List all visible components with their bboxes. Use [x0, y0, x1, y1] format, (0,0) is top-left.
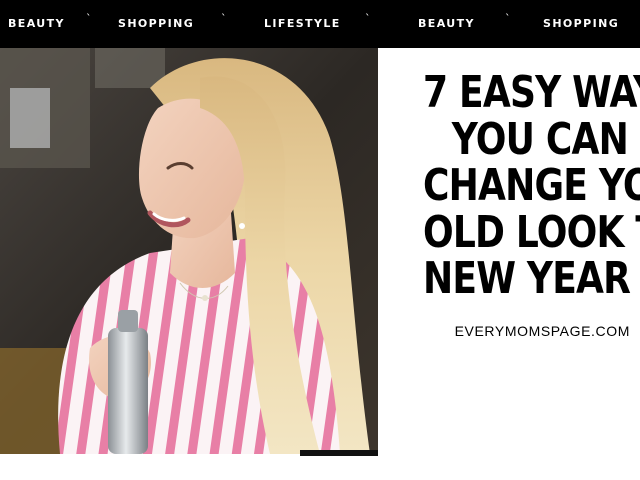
nav-separator: `: [505, 12, 511, 25]
pin-graphic: BEAUTY ` SHOPPING ` LIFESTYLE ` BEAUTY `…: [0, 0, 640, 480]
nav-link-shopping-2[interactable]: SHOPPING: [543, 17, 619, 31]
headline-line: YOU CAN: [451, 113, 629, 165]
site-name[interactable]: EVERYMOMSPAGE.COM: [455, 323, 630, 339]
nav-link-beauty-2[interactable]: BEAUTY: [418, 17, 475, 31]
photo-edge-strip: [300, 450, 378, 456]
nav-link-lifestyle[interactable]: LIFESTYLE: [264, 17, 341, 31]
headline: 7 EASY WAYS YOU CAN CHANGE YOUR OLD LOOK…: [423, 67, 640, 304]
nav-link-shopping[interactable]: SHOPPING: [118, 17, 194, 31]
headline-line: 7 EASY WAYS: [423, 67, 640, 118]
nav-separator: `: [221, 12, 227, 25]
nav-link-beauty[interactable]: BEAUTY: [8, 17, 65, 31]
category-nav-bar: BEAUTY ` SHOPPING ` LIFESTYLE ` BEAUTY `…: [0, 0, 640, 48]
headline-line: CHANGE YOUR: [423, 160, 640, 211]
nav-separator: `: [86, 12, 92, 25]
headline-line: NEW YEAR: [423, 253, 631, 304]
nav-separator: `: [365, 12, 371, 25]
headline-line: OLD LOOK THIS: [423, 206, 640, 258]
woman-hair-spray-illustration: [0, 48, 378, 454]
hero-photo: [0, 48, 378, 454]
